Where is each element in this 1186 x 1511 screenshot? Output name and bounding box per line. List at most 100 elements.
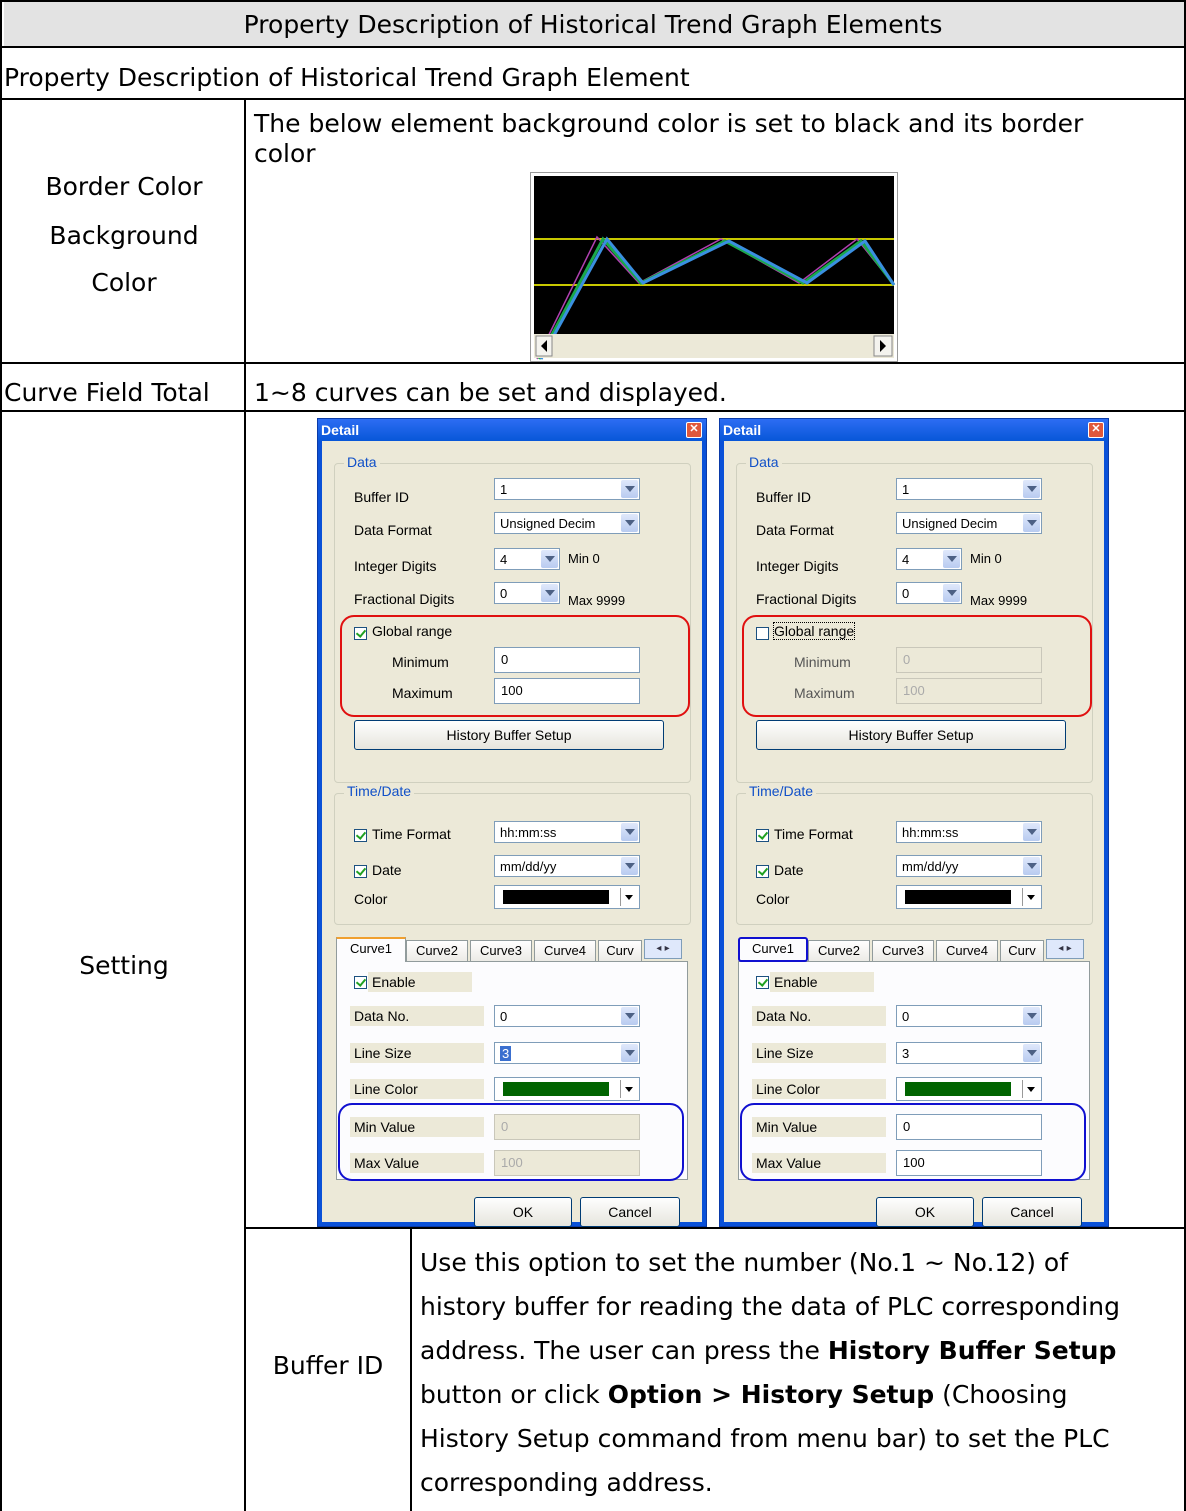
chevron-down-icon[interactable] [1022,888,1039,906]
date-checkbox[interactable] [756,865,769,878]
graph-scrollbar[interactable] [534,334,894,358]
ok-button[interactable]: OK [876,1197,974,1227]
time-color-label: Color [354,891,388,907]
max-note: Max 9999 [970,593,1028,608]
enable-checkbox[interactable] [756,976,769,989]
dialog-title: Detail [723,422,762,438]
integer-digits-label: Integer Digits [354,558,437,574]
buffer-desc-line6: corresponding address. [420,1468,713,1497]
color-swatch [503,890,609,904]
history-buffer-setup-button[interactable]: History Buffer Setup [756,720,1066,750]
option-menu-ref: Option [607,1380,703,1409]
tab-curve1[interactable]: Curve1 [336,937,406,962]
line-color-picker[interactable] [494,1077,640,1101]
buffer-id-select[interactable]: 1 [494,478,640,500]
chevron-down-icon [621,1044,638,1062]
data-no-value: 0 [902,1009,910,1024]
buffer-desc-line2: history buffer for reading the data of P… [420,1292,1120,1321]
close-icon[interactable]: ✕ [686,422,702,438]
buffer-id-label: Buffer ID [354,489,409,505]
time-color-picker[interactable] [494,885,640,909]
data-no-select[interactable]: 0 [494,1005,640,1027]
tab-curve1[interactable]: Curve1 [738,937,808,962]
time-format-select[interactable]: hh:mm:ss [896,821,1042,843]
integer-digits-select[interactable]: 4 [896,548,962,570]
fractional-digits-label: Fractional Digits [756,591,857,607]
line-size-label: Line Size [350,1043,484,1063]
fractional-digits-value: 0 [902,586,910,601]
row-divider [2,98,1186,100]
data-format-select[interactable]: Unsigned Decim [896,512,1042,534]
line-size-value: 3 [902,1046,910,1061]
fractional-digits-label: Fractional Digits [354,591,455,607]
history-buffer-setup-button[interactable]: History Buffer Setup [354,720,664,750]
chevron-down-icon[interactable] [620,1080,637,1098]
tab-curve3[interactable]: Curve3 [470,940,532,961]
table-border-top [2,0,1186,2]
fractional-digits-select[interactable]: 0 [494,582,560,604]
close-icon[interactable]: ✕ [1088,422,1104,438]
data-legend: Data [344,454,380,470]
time-color-picker[interactable] [896,885,1042,909]
tab-curve2[interactable]: Curve2 [808,940,870,961]
buffer-id-select[interactable]: 1 [896,478,1042,500]
integer-digits-value: 4 [902,552,910,567]
tab-curve4[interactable]: Curve4 [936,940,998,961]
line-size-select[interactable]: 3 [896,1042,1042,1064]
buffer-desc-line4-text: button or click [420,1380,608,1409]
tab-curve5[interactable]: Curv [1000,940,1044,961]
buffer-desc-line4-tail: (Choosing [934,1380,1068,1409]
row-divider [246,1227,1186,1229]
data-format-value: Unsigned Decim [500,516,596,531]
chevron-down-icon [1023,823,1040,841]
line-size-select[interactable]: 3 [494,1042,640,1064]
chevron-down-icon[interactable] [1022,1080,1039,1098]
tab-curve5[interactable]: Curv [598,940,642,961]
chevron-down-icon [1023,1044,1040,1062]
tab-curve4[interactable]: Curve4 [534,940,596,961]
cancel-button[interactable]: Cancel [982,1197,1082,1227]
ok-button[interactable]: OK [474,1197,572,1227]
curve-range-highlight [338,1103,684,1181]
detail-dialog-global-range: Detail ✕ Data Buffer ID 1 Data Format Un… [317,418,707,1227]
date-checkbox[interactable] [354,865,367,878]
enable-checkbox[interactable] [354,976,367,989]
tab-curve3[interactable]: Curve3 [872,940,934,961]
dialog-title-bar[interactable]: Detail [720,419,1108,441]
buffer-id-label: Buffer ID [272,1351,384,1380]
time-format-checkbox[interactable] [354,829,367,842]
buffer-desc-line5: History Setup command from menu bar) to … [420,1424,1110,1453]
min-note: Min 0 [970,551,1002,566]
detail-dialog-curve-range: Detail ✕ Data Buffer ID 1 Data Format Un… [719,418,1109,1227]
dialog-title-bar[interactable]: Detail [318,419,706,441]
chevron-down-icon [1023,480,1040,498]
chevron-down-icon [1023,514,1040,532]
table-title: Property Description of Historical Trend… [243,10,943,39]
chevron-down-icon [621,514,638,532]
date-select[interactable]: mm/dd/yy [896,855,1042,877]
color-swatch [905,1082,1011,1096]
chevron-down-icon[interactable] [620,888,637,906]
line-color-picker[interactable] [896,1077,1042,1101]
buffer-id-value: 1 [500,482,508,497]
buffer-id-description: Use this option to set the number (No.1 … [420,1241,1120,1505]
fractional-digits-select[interactable]: 0 [896,582,962,604]
tab-scroll-icon[interactable]: ◂ ▸ [1046,939,1084,959]
data-format-label: Data Format [756,522,834,538]
tab-scroll-icon[interactable]: ◂ ▸ [644,939,682,959]
time-format-checkbox[interactable] [756,829,769,842]
data-format-select[interactable]: Unsigned Decim [494,512,640,534]
data-no-select[interactable]: 0 [896,1005,1042,1027]
border-color-label-2: Background [49,221,199,250]
enable-label: Enable [368,972,472,992]
border-color-label-3: Color [91,268,157,297]
integer-digits-select[interactable]: 4 [494,548,560,570]
date-select[interactable]: mm/dd/yy [494,855,640,877]
time-format-label: Time Format [774,826,853,842]
cancel-button[interactable]: Cancel [580,1197,680,1227]
tab-curve2[interactable]: Curve2 [406,940,468,961]
chevron-down-icon [943,584,960,602]
chevron-down-icon [621,480,638,498]
time-format-select[interactable]: hh:mm:ss [494,821,640,843]
line-color-label: Line Color [350,1079,484,1099]
